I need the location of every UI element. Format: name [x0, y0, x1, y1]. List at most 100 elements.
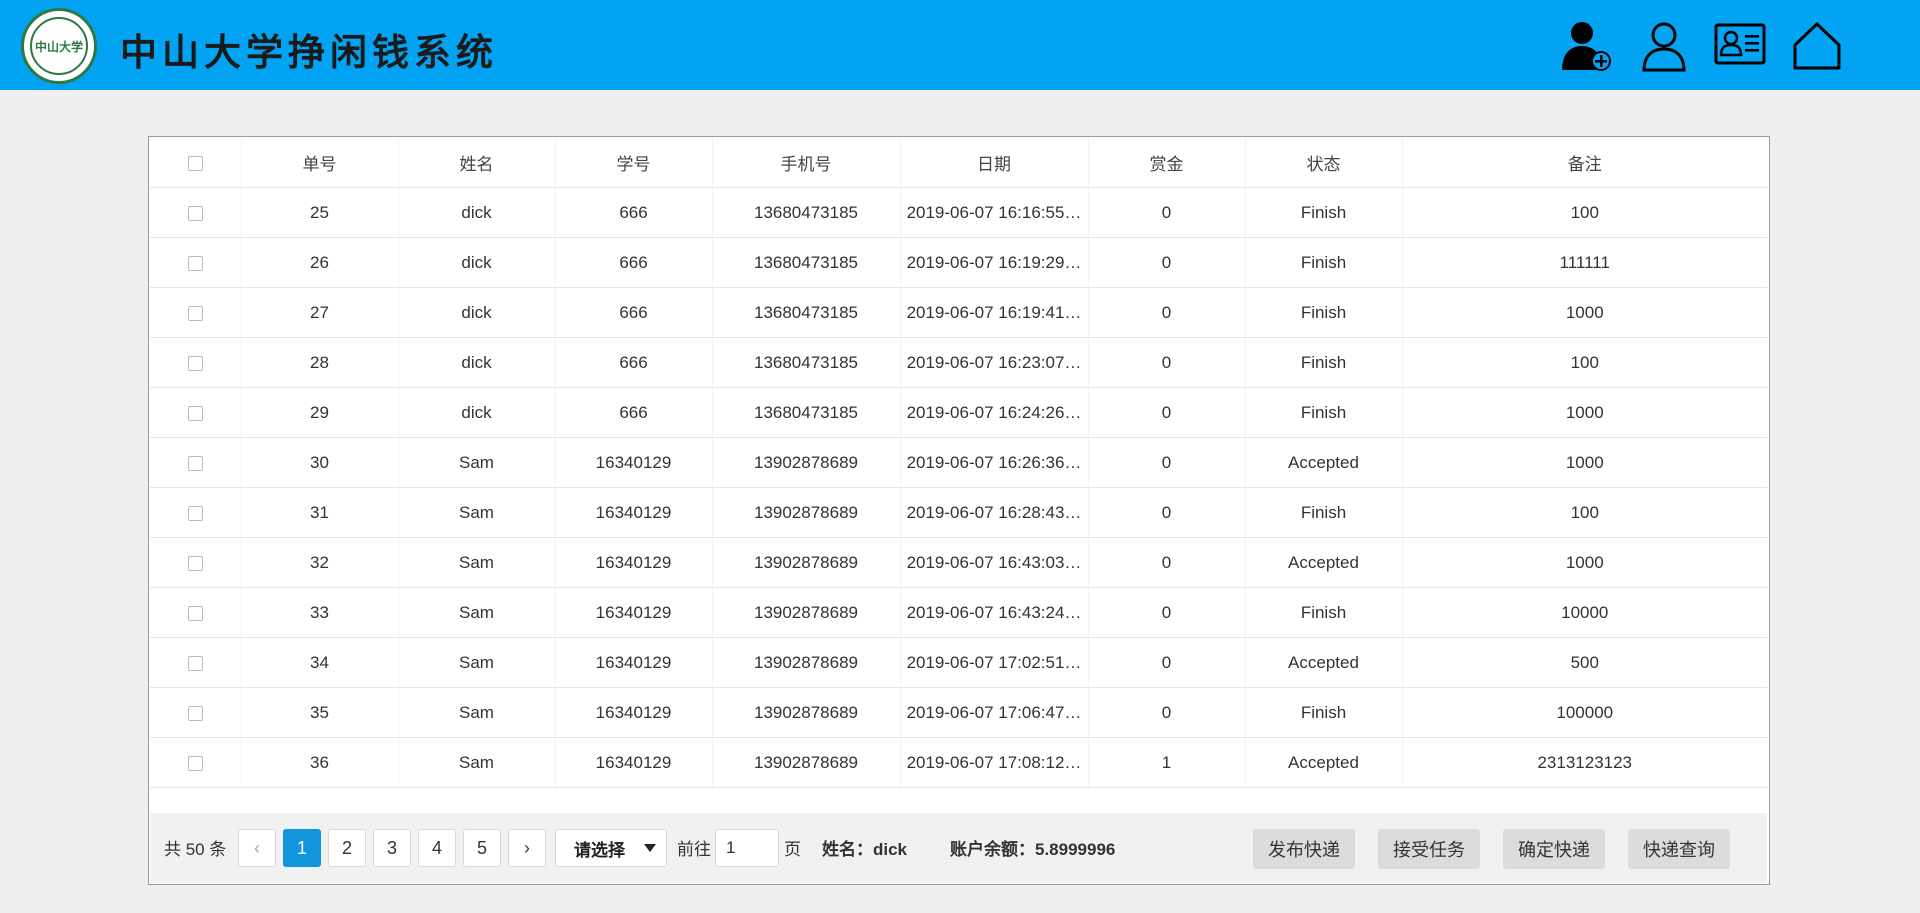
table-row[interactable]: 31 Sam 16340129 13902878689 2019-06-07 16:28… [150, 487, 1767, 538]
table-row[interactable]: 35 Sam 16340129 13902878689 2019-06-07 17:06… [150, 687, 1767, 738]
table-cell: 0 [1087, 287, 1245, 338]
prev-page-button[interactable]: ‹ [238, 829, 276, 867]
table-cell: 100 [1401, 187, 1767, 238]
table-cell: 32 [240, 537, 398, 588]
id-card-icon[interactable] [1712, 18, 1768, 74]
row-checkbox[interactable] [187, 655, 203, 671]
table-row[interactable]: 30 Sam 16340129 13902878689 2019-06-07 16:26… [150, 437, 1767, 488]
table-row[interactable]: 32 Sam 16340129 13902878689 2019-06-07 16:43… [150, 537, 1767, 588]
row-select-cell[interactable] [150, 237, 241, 288]
table-row[interactable]: 25 dick 666 13680473185 2019-06-07 16:16:55…… [150, 187, 1767, 238]
table-cell: 2019-06-07 17:02:51… [899, 637, 1088, 688]
table-cell: 666 [554, 287, 712, 338]
row-checkbox[interactable] [187, 505, 203, 521]
row-select-cell[interactable] [150, 737, 241, 788]
table-row[interactable]: 27 dick 666 13680473185 2019-06-07 16:19:41…… [150, 287, 1767, 338]
table-cell: 16340129 [554, 537, 712, 588]
table-cell: 500 [1401, 637, 1767, 688]
table-cell: 33 [240, 587, 398, 638]
table-cell: 2313123123 [1401, 737, 1767, 788]
col-header: 赏金 [1087, 138, 1245, 188]
table-cell: 0 [1087, 637, 1245, 688]
table-body: 25 dick 666 13680473185 2019-06-07 16:16:55…… [150, 187, 1767, 788]
page-button[interactable]: 3 [373, 829, 411, 867]
table-cell: dick [397, 187, 555, 238]
table-row[interactable]: 33 Sam 16340129 13902878689 2019-06-07 16:43… [150, 587, 1767, 638]
confirm-delivery-button[interactable]: 确定快递 [1503, 829, 1605, 869]
table-cell: Finish [1244, 487, 1402, 538]
chevron-down-icon [644, 844, 656, 852]
col-header: 状态 [1244, 138, 1402, 188]
row-checkbox[interactable] [187, 455, 203, 471]
select-all-cell[interactable] [150, 138, 241, 188]
table-cell: Sam [397, 737, 555, 788]
table-row[interactable]: 36 Sam 16340129 13902878689 2019-06-07 17:08… [150, 737, 1767, 788]
table-cell: Sam [397, 537, 555, 588]
page-button[interactable]: 1 [283, 829, 321, 867]
table-cell: 0 [1087, 187, 1245, 238]
row-checkbox[interactable] [187, 555, 203, 571]
table-row[interactable]: 28 dick 666 13680473185 2019-06-07 16:23:07…… [150, 337, 1767, 388]
row-select-cell[interactable] [150, 287, 241, 338]
goto-page-input[interactable] [715, 829, 779, 867]
row-select-cell[interactable] [150, 637, 241, 688]
page-suffix-label: 页 [784, 840, 801, 859]
home-icon[interactable] [1789, 18, 1845, 74]
table-cell: 0 [1087, 487, 1245, 538]
table-row[interactable]: 29 dick 666 13680473185 2019-06-07 16:24:26…… [150, 387, 1767, 438]
table-cell: 13902878689 [711, 637, 900, 688]
table-cell: 2019-06-07 16:28:43… [899, 487, 1088, 538]
page-size-select[interactable]: 请选择 [555, 829, 667, 867]
table-cell: 0 [1087, 537, 1245, 588]
table-cell: 100000 [1401, 687, 1767, 738]
row-select-cell[interactable] [150, 187, 241, 238]
table-cell: Finish [1244, 187, 1402, 238]
col-header: 学号 [554, 138, 712, 188]
row-select-cell[interactable] [150, 437, 241, 488]
table-cell: 2019-06-07 16:24:26… [899, 387, 1088, 438]
table-row[interactable]: 26 dick 666 13680473185 2019-06-07 16:19:29…… [150, 237, 1767, 288]
accept-task-button[interactable]: 接受任务 [1378, 829, 1480, 869]
add-user-icon[interactable] [1558, 18, 1614, 74]
row-select-cell[interactable] [150, 537, 241, 588]
table-cell: 30 [240, 437, 398, 488]
table-cell: 25 [240, 187, 398, 238]
table-cell: 13680473185 [711, 387, 900, 438]
page-size-value: 请选择 [574, 840, 625, 860]
table-cell: Finish [1244, 687, 1402, 738]
row-checkbox[interactable] [187, 305, 203, 321]
row-select-cell[interactable] [150, 337, 241, 388]
table-cell: 1000 [1401, 437, 1767, 488]
table-row[interactable]: 34 Sam 16340129 13902878689 2019-06-07 17:02… [150, 637, 1767, 688]
row-checkbox[interactable] [187, 755, 203, 771]
publish-delivery-button[interactable]: 发布快递 [1253, 829, 1355, 869]
row-select-cell[interactable] [150, 587, 241, 638]
track-delivery-button[interactable]: 快递查询 [1628, 829, 1730, 869]
row-checkbox[interactable] [187, 355, 203, 371]
table-cell: Sam [397, 587, 555, 638]
table-cell: Finish [1244, 337, 1402, 388]
user-icon[interactable] [1636, 18, 1692, 74]
row-checkbox[interactable] [187, 405, 203, 421]
table-cell: 26 [240, 237, 398, 288]
orders-table: 单号 姓名 学号 手机号 日期 赏金 状态 备注 25 dick 666 136804… [150, 138, 1767, 788]
page-button[interactable]: 2 [328, 829, 366, 867]
table-cell: 0 [1087, 337, 1245, 388]
row-checkbox[interactable] [187, 205, 203, 221]
page-button[interactable]: 5 [463, 829, 501, 867]
next-page-button[interactable]: › [508, 829, 546, 867]
row-select-cell[interactable] [150, 687, 241, 738]
table-cell: 1000 [1401, 387, 1767, 438]
row-checkbox[interactable] [187, 605, 203, 621]
table-cell: 13902878689 [711, 487, 900, 538]
select-all-checkbox[interactable] [187, 155, 203, 171]
row-select-cell[interactable] [150, 387, 241, 438]
table-cell: 28 [240, 337, 398, 388]
table-cell: 13902878689 [711, 687, 900, 738]
table-cell: Accepted [1244, 537, 1402, 588]
table-cell: 16340129 [554, 687, 712, 738]
row-checkbox[interactable] [187, 705, 203, 721]
row-checkbox[interactable] [187, 255, 203, 271]
row-select-cell[interactable] [150, 487, 241, 538]
page-button[interactable]: 4 [418, 829, 456, 867]
